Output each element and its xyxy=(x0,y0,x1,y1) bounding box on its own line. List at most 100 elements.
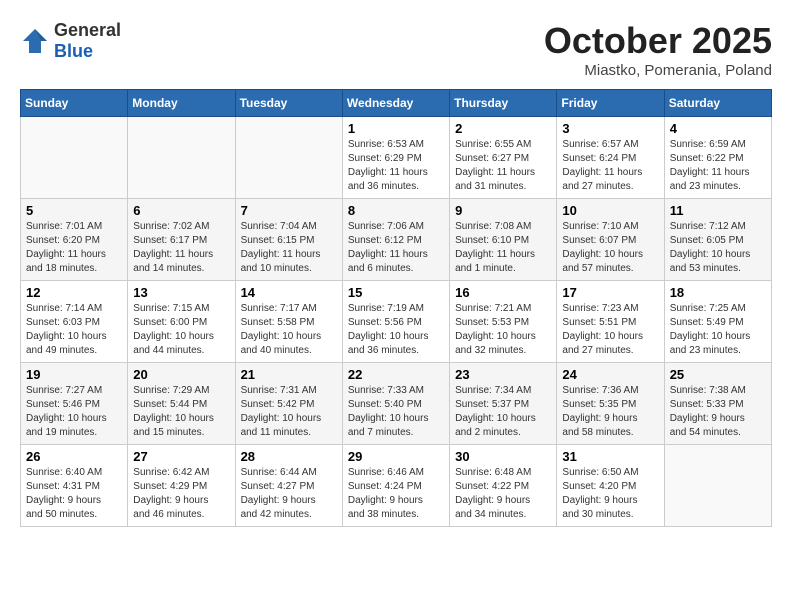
week-row-3: 12Sunrise: 7:14 AM Sunset: 6:03 PM Dayli… xyxy=(21,281,772,363)
day-number: 22 xyxy=(348,367,444,382)
week-row-2: 5 Sunrise: 7:01 AM Sunset: 6:20 PM Daylig… xyxy=(21,199,772,281)
day-number: 31 xyxy=(562,449,658,464)
calendar-cell: 12Sunrise: 7:14 AM Sunset: 6:03 PM Dayli… xyxy=(21,281,128,363)
calendar-cell: 2 Sunrise: 6:55 AM Sunset: 6:27 PM Daylig… xyxy=(450,117,557,199)
day-info: Sunrise: 6:48 AM Sunset: 4:22 PM Dayligh… xyxy=(455,466,551,522)
day-number: 1 xyxy=(348,121,444,136)
day-number: 18 xyxy=(670,285,766,300)
calendar-cell: 24 Sunrise: 7:36 AM Sunset: 5:35 PM Dayli… xyxy=(557,363,664,445)
calendar-cell: 31 Sunrise: 6:50 AM Sunset: 4:20 PM Dayli… xyxy=(557,445,664,527)
day-info: Sunrise: 7:10 AM Sunset: 6:07 PM Dayligh… xyxy=(562,220,658,276)
day-number: 2 xyxy=(455,121,551,136)
day-info: Sunrise: 7:12 AM Sunset: 6:05 PM Dayligh… xyxy=(670,220,766,276)
logo-general: General xyxy=(54,20,121,40)
calendar-cell xyxy=(21,117,128,199)
weekday-header-sunday: Sunday xyxy=(21,90,128,117)
weekday-header-row: SundayMondayTuesdayWednesdayThursdayFrid… xyxy=(21,90,772,117)
calendar-cell: 16 Sunrise: 7:21 AM Sunset: 5:53 PM Dayli… xyxy=(450,281,557,363)
calendar-cell: 18Sunrise: 7:25 AM Sunset: 5:49 PM Dayli… xyxy=(664,281,771,363)
title-block: October 2025 Miastko, Pomerania, Poland xyxy=(544,20,772,79)
day-number: 6 xyxy=(133,203,229,218)
weekday-header-tuesday: Tuesday xyxy=(235,90,342,117)
calendar-cell: 27 Sunrise: 6:42 AM Sunset: 4:29 PM Dayli… xyxy=(128,445,235,527)
location-subtitle: Miastko, Pomerania, Poland xyxy=(544,62,772,79)
calendar-cell: 8 Sunrise: 7:06 AM Sunset: 6:12 PM Daylig… xyxy=(342,199,449,281)
day-number: 27 xyxy=(133,449,229,464)
calendar-cell: 22 Sunrise: 7:33 AM Sunset: 5:40 PM Dayli… xyxy=(342,363,449,445)
day-number: 24 xyxy=(562,367,658,382)
day-number: 10 xyxy=(562,203,658,218)
day-number: 4 xyxy=(670,121,766,136)
calendar-cell: 5 Sunrise: 7:01 AM Sunset: 6:20 PM Daylig… xyxy=(21,199,128,281)
day-info: Sunrise: 6:42 AM Sunset: 4:29 PM Dayligh… xyxy=(133,466,229,522)
day-number: 21 xyxy=(241,367,337,382)
calendar-cell: 26 Sunrise: 6:40 AM Sunset: 4:31 PM Dayli… xyxy=(21,445,128,527)
day-number: 7 xyxy=(241,203,337,218)
week-row-1: 1 Sunrise: 6:53 AM Sunset: 6:29 PM Daylig… xyxy=(21,117,772,199)
day-number: 13 xyxy=(133,285,229,300)
calendar-cell: 15Sunrise: 7:19 AM Sunset: 5:56 PM Dayli… xyxy=(342,281,449,363)
day-info: Sunrise: 7:01 AM Sunset: 6:20 PM Dayligh… xyxy=(26,220,122,276)
calendar-cell: 13 Sunrise: 7:15 AM Sunset: 6:00 PM Dayli… xyxy=(128,281,235,363)
day-info: Sunrise: 7:33 AM Sunset: 5:40 PM Dayligh… xyxy=(348,384,444,440)
day-info: Sunrise: 7:04 AM Sunset: 6:15 PM Dayligh… xyxy=(241,220,337,276)
day-info: Sunrise: 7:15 AM Sunset: 6:00 PM Dayligh… xyxy=(133,302,229,358)
logo-blue: Blue xyxy=(54,41,93,61)
day-number: 19 xyxy=(26,367,122,382)
day-info: Sunrise: 7:08 AM Sunset: 6:10 PM Dayligh… xyxy=(455,220,551,276)
day-number: 28 xyxy=(241,449,337,464)
calendar-cell: 30Sunrise: 6:48 AM Sunset: 4:22 PM Dayli… xyxy=(450,445,557,527)
day-info: Sunrise: 6:59 AM Sunset: 6:22 PM Dayligh… xyxy=(670,138,766,194)
weekday-header-thursday: Thursday xyxy=(450,90,557,117)
week-row-4: 19 Sunrise: 7:27 AM Sunset: 5:46 PM Dayli… xyxy=(21,363,772,445)
weekday-header-friday: Friday xyxy=(557,90,664,117)
weekday-header-wednesday: Wednesday xyxy=(342,90,449,117)
calendar-cell: 7 Sunrise: 7:04 AM Sunset: 6:15 PM Daylig… xyxy=(235,199,342,281)
day-info: Sunrise: 7:36 AM Sunset: 5:35 PM Dayligh… xyxy=(562,384,658,440)
calendar-cell: 21Sunrise: 7:31 AM Sunset: 5:42 PM Dayli… xyxy=(235,363,342,445)
calendar-cell: 17Sunrise: 7:23 AM Sunset: 5:51 PM Dayli… xyxy=(557,281,664,363)
weekday-header-monday: Monday xyxy=(128,90,235,117)
calendar-cell: 19 Sunrise: 7:27 AM Sunset: 5:46 PM Dayli… xyxy=(21,363,128,445)
weekday-header-saturday: Saturday xyxy=(664,90,771,117)
calendar-cell: 14Sunrise: 7:17 AM Sunset: 5:58 PM Dayli… xyxy=(235,281,342,363)
day-info: Sunrise: 7:06 AM Sunset: 6:12 PM Dayligh… xyxy=(348,220,444,276)
day-info: Sunrise: 6:53 AM Sunset: 6:29 PM Dayligh… xyxy=(348,138,444,194)
day-number: 15 xyxy=(348,285,444,300)
calendar-table: SundayMondayTuesdayWednesdayThursdayFrid… xyxy=(20,89,772,527)
day-info: Sunrise: 6:40 AM Sunset: 4:31 PM Dayligh… xyxy=(26,466,122,522)
calendar-cell: 6Sunrise: 7:02 AM Sunset: 6:17 PM Daylig… xyxy=(128,199,235,281)
day-number: 16 xyxy=(455,285,551,300)
month-title: October 2025 xyxy=(544,20,772,62)
day-info: Sunrise: 7:29 AM Sunset: 5:44 PM Dayligh… xyxy=(133,384,229,440)
day-info: Sunrise: 6:50 AM Sunset: 4:20 PM Dayligh… xyxy=(562,466,658,522)
day-number: 9 xyxy=(455,203,551,218)
day-number: 8 xyxy=(348,203,444,218)
logo-icon xyxy=(20,26,50,56)
day-number: 25 xyxy=(670,367,766,382)
day-number: 3 xyxy=(562,121,658,136)
calendar-cell: 4 Sunrise: 6:59 AM Sunset: 6:22 PM Daylig… xyxy=(664,117,771,199)
week-row-5: 26 Sunrise: 6:40 AM Sunset: 4:31 PM Dayli… xyxy=(21,445,772,527)
day-number: 5 xyxy=(26,203,122,218)
page-header: General Blue October 2025 Miastko, Pomer… xyxy=(20,20,772,79)
calendar-cell: 29 Sunrise: 6:46 AM Sunset: 4:24 PM Dayli… xyxy=(342,445,449,527)
day-info: Sunrise: 7:14 AM Sunset: 6:03 PM Dayligh… xyxy=(26,302,122,358)
calendar-cell: 25Sunrise: 7:38 AM Sunset: 5:33 PM Dayli… xyxy=(664,363,771,445)
day-info: Sunrise: 7:27 AM Sunset: 5:46 PM Dayligh… xyxy=(26,384,122,440)
day-info: Sunrise: 7:34 AM Sunset: 5:37 PM Dayligh… xyxy=(455,384,551,440)
calendar-cell xyxy=(128,117,235,199)
day-number: 29 xyxy=(348,449,444,464)
calendar-cell: 9 Sunrise: 7:08 AM Sunset: 6:10 PM Daylig… xyxy=(450,199,557,281)
day-number: 20 xyxy=(133,367,229,382)
calendar-cell: 20 Sunrise: 7:29 AM Sunset: 5:44 PM Dayli… xyxy=(128,363,235,445)
day-number: 23 xyxy=(455,367,551,382)
day-info: Sunrise: 6:46 AM Sunset: 4:24 PM Dayligh… xyxy=(348,466,444,522)
day-number: 14 xyxy=(241,285,337,300)
day-number: 17 xyxy=(562,285,658,300)
day-info: Sunrise: 7:21 AM Sunset: 5:53 PM Dayligh… xyxy=(455,302,551,358)
day-number: 26 xyxy=(26,449,122,464)
calendar-cell: 3Sunrise: 6:57 AM Sunset: 6:24 PM Daylig… xyxy=(557,117,664,199)
calendar-cell xyxy=(664,445,771,527)
day-info: Sunrise: 6:55 AM Sunset: 6:27 PM Dayligh… xyxy=(455,138,551,194)
